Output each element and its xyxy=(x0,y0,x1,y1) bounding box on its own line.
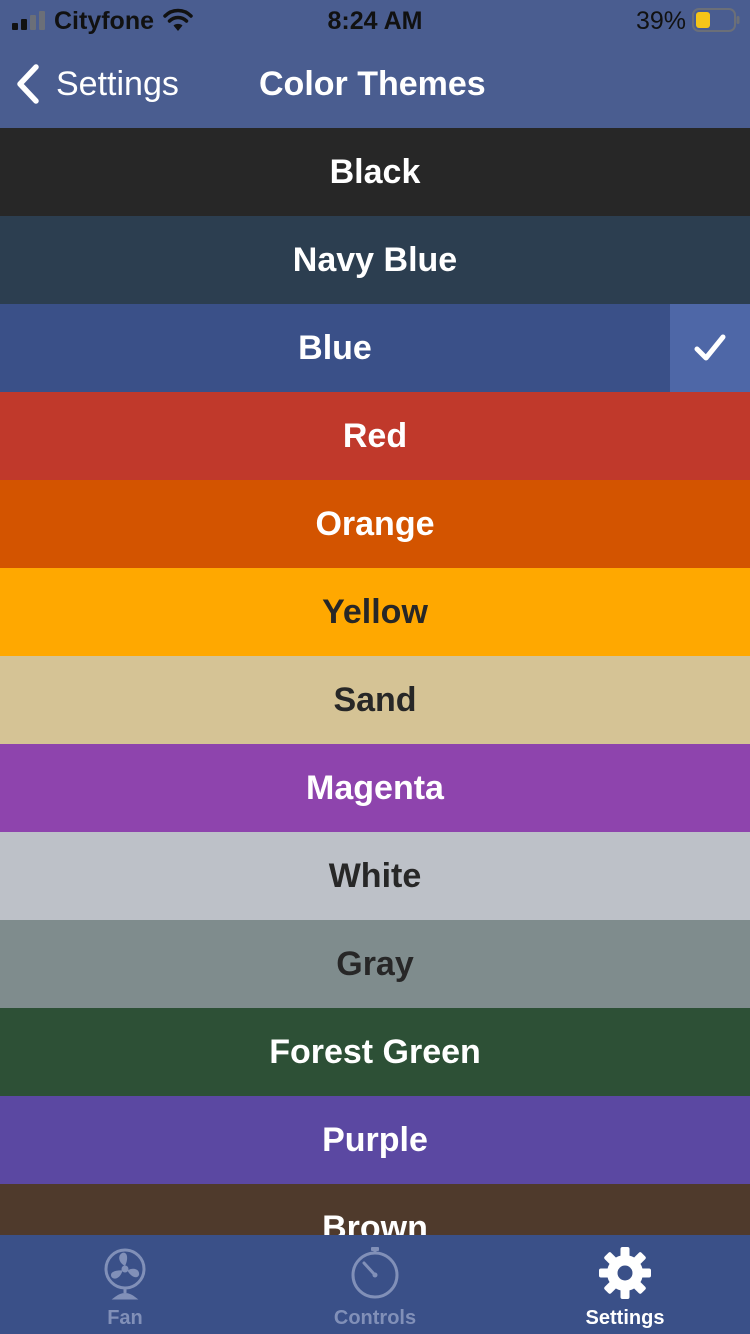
tab-controls[interactable]: Controls xyxy=(250,1235,500,1334)
status-bar: Cityfone 8:24 AM 39% xyxy=(0,0,750,40)
theme-label: White xyxy=(328,856,422,895)
tab-bar: Fan Controls Settings xyxy=(0,1235,750,1334)
fan-icon xyxy=(104,1248,146,1300)
theme-label: Red xyxy=(342,416,408,455)
gauge-icon xyxy=(351,1247,399,1299)
theme-label: Purple xyxy=(322,1120,428,1159)
battery-icon xyxy=(692,8,740,32)
navigation-bar: Settings Color Themes xyxy=(0,40,750,128)
theme-label: Yellow xyxy=(322,592,428,631)
selected-indicator xyxy=(670,304,750,392)
theme-row-brown[interactable]: Brown xyxy=(0,1184,750,1235)
tab-label: Settings xyxy=(585,1307,665,1329)
theme-row-black[interactable]: Black xyxy=(0,128,750,216)
theme-label: Orange xyxy=(315,504,435,543)
theme-label: Gray xyxy=(336,944,414,983)
theme-label: Black xyxy=(329,152,421,191)
battery-percent: 39% xyxy=(635,7,686,35)
back-button-label: Settings xyxy=(56,65,179,103)
theme-label: Brown xyxy=(322,1208,428,1236)
back-button[interactable]: Settings xyxy=(14,60,179,108)
theme-row-purple[interactable]: Purple xyxy=(0,1096,750,1184)
theme-row-red[interactable]: Red xyxy=(0,392,750,480)
checkmark-icon xyxy=(694,334,726,361)
page-title: Color Themes xyxy=(259,65,486,103)
theme-row-orange[interactable]: Orange xyxy=(0,480,750,568)
theme-label: Sand xyxy=(333,680,417,719)
tab-settings[interactable]: Settings xyxy=(500,1235,750,1334)
tab-label: Fan xyxy=(107,1307,143,1329)
theme-label: Forest Green xyxy=(269,1032,481,1071)
theme-row-blue[interactable]: Blue xyxy=(0,304,750,392)
theme-row-sand[interactable]: Sand xyxy=(0,656,750,744)
theme-label: Magenta xyxy=(306,768,444,807)
chevron-left-icon xyxy=(17,64,39,104)
theme-row-magenta[interactable]: Magenta xyxy=(0,744,750,832)
theme-row-white[interactable]: White xyxy=(0,832,750,920)
theme-row-forest-green[interactable]: Forest Green xyxy=(0,1008,750,1096)
header: Cityfone 8:24 AM 39% Settings Color Them… xyxy=(0,0,750,128)
theme-label: Blue xyxy=(298,328,372,367)
gear-icon xyxy=(599,1247,651,1299)
theme-row-gray[interactable]: Gray xyxy=(0,920,750,1008)
theme-label: Navy Blue xyxy=(292,240,458,279)
tab-label: Controls xyxy=(333,1307,417,1329)
color-theme-list: Black Navy Blue Blue Red Orange Yellow Sand Mag… xyxy=(0,128,750,1235)
tab-fan[interactable]: Fan xyxy=(0,1235,250,1334)
theme-row-navy-blue[interactable]: Navy Blue xyxy=(0,216,750,304)
theme-row-yellow[interactable]: Yellow xyxy=(0,568,750,656)
